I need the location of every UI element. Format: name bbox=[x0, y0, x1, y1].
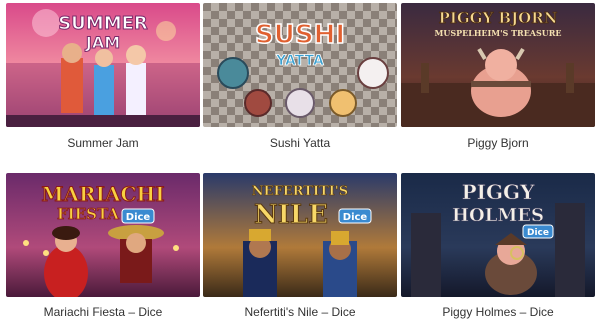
game-card-piggy-bjorn[interactable]: PIGGY BJORN MUSPELHEIM'S TREASURE Piggy … bbox=[401, 3, 595, 153]
piggy-holmes-logo-line1: PIGGY bbox=[462, 180, 536, 204]
game-card-piggy-holmes-dice[interactable]: PIGGY HOLMES Dice Piggy Holmes – Dice bbox=[401, 173, 595, 322]
piggy-bjorn-artwork: PIGGY BJORN MUSPELHEIM'S TREASURE bbox=[401, 3, 595, 127]
piggy-holmes-artwork: PIGGY HOLMES Dice bbox=[401, 173, 595, 297]
summer-jam-artwork: SUMMER JAM bbox=[6, 3, 200, 127]
sushi-yatta-logo-line2: YATTA bbox=[275, 53, 324, 69]
piggy-bjorn-logo-line2: MUSPELHEIM'S TREASURE bbox=[434, 28, 561, 38]
game-caption-nefertitis-nile-dice[interactable]: Nefertiti's Nile – Dice bbox=[203, 305, 397, 319]
game-caption-summer-jam[interactable]: Summer Jam bbox=[6, 136, 200, 150]
game-card-summer-jam[interactable]: SUMMER JAM Summer Jam bbox=[6, 3, 200, 153]
piggy-holmes-logo-line2: HOLMES bbox=[452, 205, 544, 226]
nefertitis-nile-artwork: NEFERTITI'S NILE Dice bbox=[203, 173, 397, 297]
summer-jam-logo-line1: SUMMER bbox=[58, 13, 148, 34]
game-grid: SUMMER JAM Summer Jam SUSHI YATTA Sushi … bbox=[0, 0, 600, 322]
game-caption-mariachi-fiesta-dice[interactable]: Mariachi Fiesta – Dice bbox=[6, 305, 200, 319]
mariachi-fiesta-artwork: MARIACHI FIESTA Dice bbox=[6, 173, 200, 297]
game-thumbnail-mariachi-fiesta-dice[interactable]: MARIACHI FIESTA Dice bbox=[6, 173, 200, 297]
game-thumbnail-piggy-bjorn[interactable]: PIGGY BJORN MUSPELHEIM'S TREASURE bbox=[401, 3, 595, 127]
game-card-mariachi-fiesta-dice[interactable]: MARIACHI FIESTA Dice Mariachi Fiesta – D… bbox=[6, 173, 200, 322]
nefertitis-nile-logo-line1: NEFERTITI'S bbox=[252, 184, 348, 199]
game-thumbnail-sushi-yatta[interactable]: SUSHI YATTA bbox=[203, 3, 397, 127]
game-thumbnail-piggy-holmes-dice[interactable]: PIGGY HOLMES Dice bbox=[401, 173, 595, 297]
piggy-bjorn-logo-line1: PIGGY BJORN bbox=[439, 9, 558, 27]
game-card-sushi-yatta[interactable]: SUSHI YATTA Sushi Yatta bbox=[203, 3, 397, 153]
sushi-yatta-artwork: SUSHI YATTA bbox=[203, 3, 397, 127]
mariachi-fiesta-dice-badge: Dice bbox=[126, 212, 151, 223]
piggy-holmes-dice-badge: Dice bbox=[527, 228, 549, 238]
sushi-yatta-logo-line1: SUSHI bbox=[255, 20, 345, 50]
mariachi-fiesta-logo-line2: FIESTA bbox=[57, 205, 119, 223]
game-caption-piggy-holmes-dice[interactable]: Piggy Holmes – Dice bbox=[401, 305, 595, 319]
summer-jam-logo-line2: JAM bbox=[85, 33, 120, 52]
nefertitis-nile-logo-line2: NILE bbox=[254, 200, 328, 230]
game-thumbnail-summer-jam[interactable]: SUMMER JAM bbox=[6, 3, 200, 127]
game-caption-piggy-bjorn[interactable]: Piggy Bjorn bbox=[401, 136, 595, 150]
game-thumbnail-nefertitis-nile-dice[interactable]: NEFERTITI'S NILE Dice bbox=[203, 173, 397, 297]
game-card-nefertitis-nile-dice[interactable]: NEFERTITI'S NILE Dice Nefertiti's Nile –… bbox=[203, 173, 397, 322]
mariachi-fiesta-logo-line1: MARIACHI bbox=[41, 182, 164, 206]
nefertitis-nile-dice-badge: Dice bbox=[343, 212, 368, 223]
game-caption-sushi-yatta[interactable]: Sushi Yatta bbox=[203, 136, 397, 150]
